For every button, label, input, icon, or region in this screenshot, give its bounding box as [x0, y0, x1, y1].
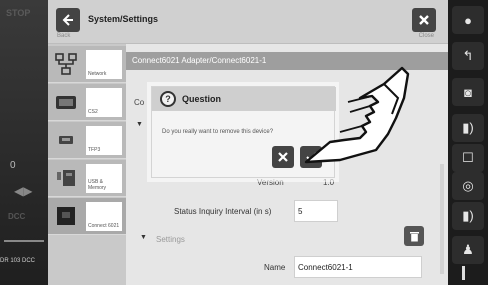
connect-icon [52, 202, 80, 230]
address-label: DR 103 DCC [0, 258, 36, 264]
back-arrow-icon [62, 14, 73, 26]
dialog-title: Question [182, 94, 222, 104]
sidebar-item-network[interactable]: Network [48, 46, 126, 83]
right-control-strip: ● ↰ ◙ ▮) ☐ ◎ ▮) ♟ [448, 0, 488, 285]
truncated-label: Co [134, 98, 145, 107]
back-label: Back [57, 33, 71, 39]
pointing-hand-icon [304, 66, 410, 164]
light-icon: ▮) [462, 120, 474, 135]
close-label: Close [418, 33, 434, 39]
left-control-strip: STOP 0 ◀▶ DCC DR 103 DCC [0, 0, 48, 285]
slider-indicator [462, 266, 465, 280]
sidebar-item-tfp3[interactable]: TFP3 [48, 122, 126, 159]
stop-label[interactable]: STOP [6, 8, 30, 18]
sidebar-item-cs2[interactable]: CS2 [48, 84, 126, 121]
sidebar: Network CS2 TFP3 USB & Memory Connect 60… [48, 44, 126, 285]
version-value: 1.0 [323, 178, 335, 187]
question-icon: ? [160, 91, 176, 107]
speed-number: 0 [10, 160, 16, 171]
sidebar-item-label: CS2 [86, 88, 122, 117]
close-icon [278, 152, 288, 162]
close-icon [419, 15, 429, 25]
trash-icon [409, 232, 419, 242]
sidebar-item-label: Connect 6021 [86, 202, 122, 231]
speed-bar [4, 240, 44, 242]
usb-icon [52, 164, 80, 192]
power-icon: ● [464, 12, 472, 28]
sidebar-item-label: USB & Memory [86, 164, 122, 193]
scrollbar[interactable] [440, 164, 444, 274]
cancel-button[interactable] [272, 146, 294, 168]
name-input[interactable]: Connect6021-1 [294, 256, 422, 278]
cs2-icon [52, 88, 80, 116]
page-title: System/Settings [88, 14, 159, 24]
interval-label: Status Inquiry Interval (in s) [174, 207, 272, 216]
direction-arrows-icon[interactable]: ◀▶ [14, 184, 32, 198]
network-icon [52, 50, 80, 78]
close-button[interactable] [412, 8, 436, 32]
delete-button[interactable] [404, 226, 424, 246]
light-button[interactable]: ▮) [452, 114, 484, 142]
signal-icon: ↰ [462, 48, 474, 63]
dialog-message: Do you really want to remove this device… [162, 129, 274, 135]
sidebar-item-connect6021[interactable]: Connect 6021 [48, 198, 126, 235]
light-icon: ▮) [462, 208, 474, 223]
sidebar-item-label: TFP3 [86, 126, 122, 155]
expand-triangle-icon[interactable]: ▼ [136, 121, 143, 128]
signal-button[interactable]: ↰ [452, 42, 484, 70]
sidebar-item-label: Network [86, 50, 122, 79]
settings-label: Settings [156, 235, 185, 244]
light-button-2[interactable]: ▮) [452, 202, 484, 230]
hand-button[interactable]: ☐ [452, 144, 484, 172]
locomotive-button[interactable]: ◙ [452, 78, 484, 106]
sidebar-item-usb[interactable]: USB & Memory [48, 160, 126, 197]
person-icon: ♟ [462, 242, 474, 257]
title-bar: Back System/Settings Close [48, 0, 448, 44]
power-button[interactable]: ● [452, 6, 484, 34]
hand-icon: ☐ [462, 150, 474, 165]
name-label: Name [264, 263, 286, 272]
locomotive-icon: ◙ [464, 84, 472, 100]
wifi-icon: ◎ [462, 178, 474, 193]
settings-expand-icon[interactable]: ▼ [140, 234, 147, 241]
back-button[interactable] [56, 8, 80, 32]
interval-input[interactable]: 5 [294, 200, 338, 222]
dcc-label: DCC [8, 212, 26, 221]
wifi-button[interactable]: ◎ [452, 172, 484, 200]
tfp3-icon [52, 126, 80, 154]
person-button[interactable]: ♟ [452, 236, 484, 264]
version-label: Version [257, 178, 284, 187]
